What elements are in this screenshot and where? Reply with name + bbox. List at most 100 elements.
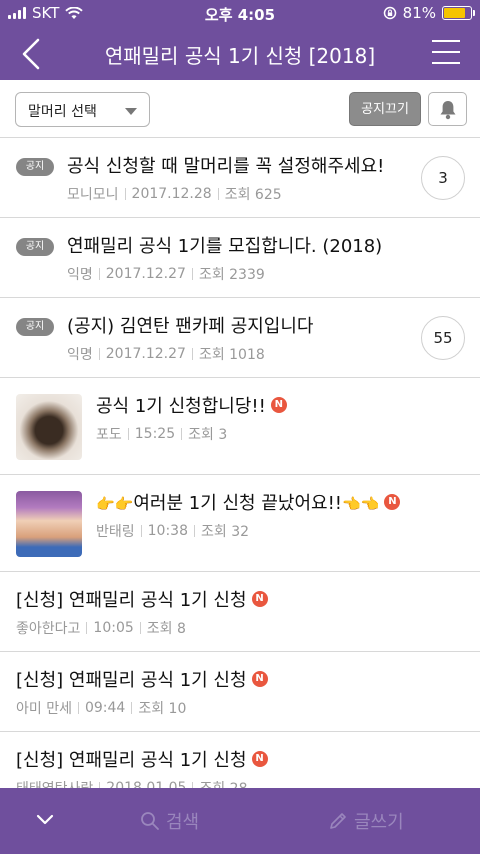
post-author: 익명	[67, 267, 93, 283]
post-time: 10:38	[147, 523, 188, 539]
post-title: [신청] 연패밀리 공식 1기 신청	[16, 670, 247, 691]
post-date: 2018.01.05	[106, 780, 187, 788]
post-meta: 아미 만세 09:44 조회 10	[16, 698, 186, 718]
post-thumbnail	[16, 491, 82, 557]
status-bar: SKT 오후 4:05 81%	[0, 0, 480, 28]
prefix-select[interactable]: 말머리 선택	[15, 92, 150, 127]
meta-divider	[191, 268, 193, 280]
pencil-icon	[330, 813, 346, 829]
post-meta: 모니모니 2017.12.28 조회 625	[67, 184, 282, 204]
notice-row[interactable]: 공지 연패밀리 공식 1기를 모집합니다. (2018) 익명 2017.12.…	[0, 218, 480, 298]
new-badge: N	[251, 751, 268, 767]
prefix-select-label: 말머리 선택	[28, 104, 97, 120]
notice-badge: 공지	[16, 318, 54, 336]
post-author: 태태영탄사랑	[16, 778, 93, 788]
meta-divider	[77, 702, 79, 714]
meta-divider	[124, 188, 126, 200]
post-title: [신청] 연패밀리 공식 1기 신청	[16, 590, 247, 611]
notice-badge: 공지	[16, 238, 54, 256]
meta-divider	[194, 525, 195, 537]
post-meta: 포도 15:25 조회 3	[96, 424, 227, 444]
meta-divider	[131, 702, 133, 714]
post-row[interactable]: [신청] 연패밀리 공식 1기 신청N 태태영탄사랑 2018.01.05 조회…	[0, 732, 480, 788]
hamburger-line	[432, 40, 460, 42]
write-label: 글쓰기	[354, 812, 404, 833]
search-button[interactable]: 검색	[140, 808, 199, 834]
search-label: 검색	[166, 812, 200, 833]
meta-divider	[181, 428, 183, 440]
post-meta: 익명 2017.12.27 조회 1018	[67, 344, 265, 364]
meta-divider	[139, 622, 141, 634]
chevron-left-icon	[22, 38, 40, 70]
comment-count-button[interactable]: 55	[421, 316, 465, 360]
new-badge: N	[251, 591, 268, 607]
notice-row[interactable]: 공지 공식 신청할 때 말머리를 꼭 설정해주세요! 모니모니 2017.12.…	[0, 138, 480, 218]
search-icon	[141, 812, 159, 830]
pointing-hand-right-icon: 👉👉	[96, 495, 134, 513]
notice-toggle-button[interactable]: 공지끄기	[349, 92, 421, 126]
post-views: 조회 28	[199, 778, 247, 788]
post-thumbnail	[16, 394, 82, 460]
post-title: 여러분 1기 신청 끝났어요!!	[133, 493, 343, 514]
meta-divider	[140, 525, 142, 537]
collapse-button[interactable]	[34, 812, 56, 828]
filter-bar: 말머리 선택 공지끄기	[0, 80, 480, 138]
post-title-line: [신청] 연패밀리 공식 1기 신청 N	[16, 586, 268, 612]
meta-divider	[217, 188, 219, 200]
battery-icon	[442, 6, 475, 20]
post-title: (공지) 김연탄 팬카페 공지입니다	[67, 316, 314, 337]
post-views: 조회 625	[224, 187, 282, 203]
post-meta: 반태링 10:38 조회 32	[96, 521, 249, 541]
post-row[interactable]: 공식 1기 신청합니당!! N 포도 15:25 조회 3	[0, 378, 480, 475]
post-views: 조회 1018	[198, 347, 265, 363]
notice-row[interactable]: 공지 (공지) 김연탄 팬카페 공지입니다 익명 2017.12.27 조회 1…	[0, 298, 480, 378]
page-title: 연패밀리 공식 1기 신청 [2018]	[104, 44, 376, 68]
chevron-down-icon	[36, 814, 54, 825]
pointing-hand-left-icon: 👈👈	[342, 495, 380, 513]
post-row[interactable]: [신청] 연패밀리 공식 1기 신청 N 좋아한다고 10:05 조회 8	[0, 572, 480, 652]
bottom-toolbar: 검색 글쓰기	[0, 788, 480, 854]
battery-fill	[444, 8, 466, 18]
hamburger-line	[432, 51, 460, 53]
post-row[interactable]: 👉👉여러분 1기 신청 끝났어요!!👈👈 N 반태링 10:38 조회 32	[0, 475, 480, 572]
write-button[interactable]: 글쓰기	[328, 808, 404, 834]
post-meta: 좋아한다고 10:05 조회 8	[16, 618, 186, 638]
post-title: 공식 1기 신청합니당!!	[96, 396, 266, 417]
post-meta: 태태영탄사랑 2018.01.05 조회 28	[16, 778, 247, 788]
post-author: 포도	[96, 427, 122, 443]
notice-badge: 공지	[16, 158, 54, 176]
post-time: 15:25	[134, 426, 176, 442]
rotation-lock-icon	[383, 6, 396, 20]
comment-count-button[interactable]: 3	[421, 156, 465, 200]
post-author: 아미 만세	[16, 701, 72, 717]
meta-divider	[127, 428, 129, 440]
post-views: 조회 3	[188, 427, 228, 443]
post-time: 09:44	[84, 700, 126, 716]
meta-divider	[86, 622, 88, 634]
post-date: 2017.12.27	[105, 266, 186, 282]
navigation-bar: 연패밀리 공식 1기 신청 [2018]	[0, 28, 480, 80]
post-time: 10:05	[93, 620, 134, 636]
bell-icon	[440, 101, 456, 120]
post-views: 조회 32	[201, 524, 250, 540]
post-views: 조회 8	[146, 621, 186, 637]
post-author: 모니모니	[67, 187, 119, 203]
post-row[interactable]: [신청] 연패밀리 공식 1기 신청 N 아미 만세 09:44 조회 10	[0, 652, 480, 732]
back-button[interactable]	[14, 36, 50, 72]
post-title-line: [신청] 연패밀리 공식 1기 신청 N	[16, 666, 268, 692]
post-title-line: 👉👉여러분 1기 신청 끝났어요!!👈👈 N	[96, 489, 401, 515]
new-badge: N	[384, 494, 401, 510]
meta-divider	[98, 348, 100, 360]
post-list: 공지 공식 신청할 때 말머리를 꼭 설정해주세요! 모니모니 2017.12.…	[0, 138, 480, 788]
post-title-line: 공식 1기 신청합니당!! N	[96, 392, 287, 418]
post-title-line: [신청] 연패밀리 공식 1기 신청 N	[16, 746, 268, 772]
menu-button[interactable]	[432, 40, 460, 66]
post-author: 좋아한다고	[16, 621, 81, 637]
post-date: 2017.12.27	[105, 346, 186, 362]
battery-percent: 81%	[402, 4, 436, 22]
notification-button[interactable]	[428, 92, 467, 126]
dropdown-arrow-icon	[125, 108, 137, 115]
post-views: 조회 2339	[198, 267, 265, 283]
post-title: [신청] 연패밀리 공식 1기 신청	[16, 750, 247, 771]
post-title: 연패밀리 공식 1기를 모집합니다. (2018)	[67, 236, 383, 257]
